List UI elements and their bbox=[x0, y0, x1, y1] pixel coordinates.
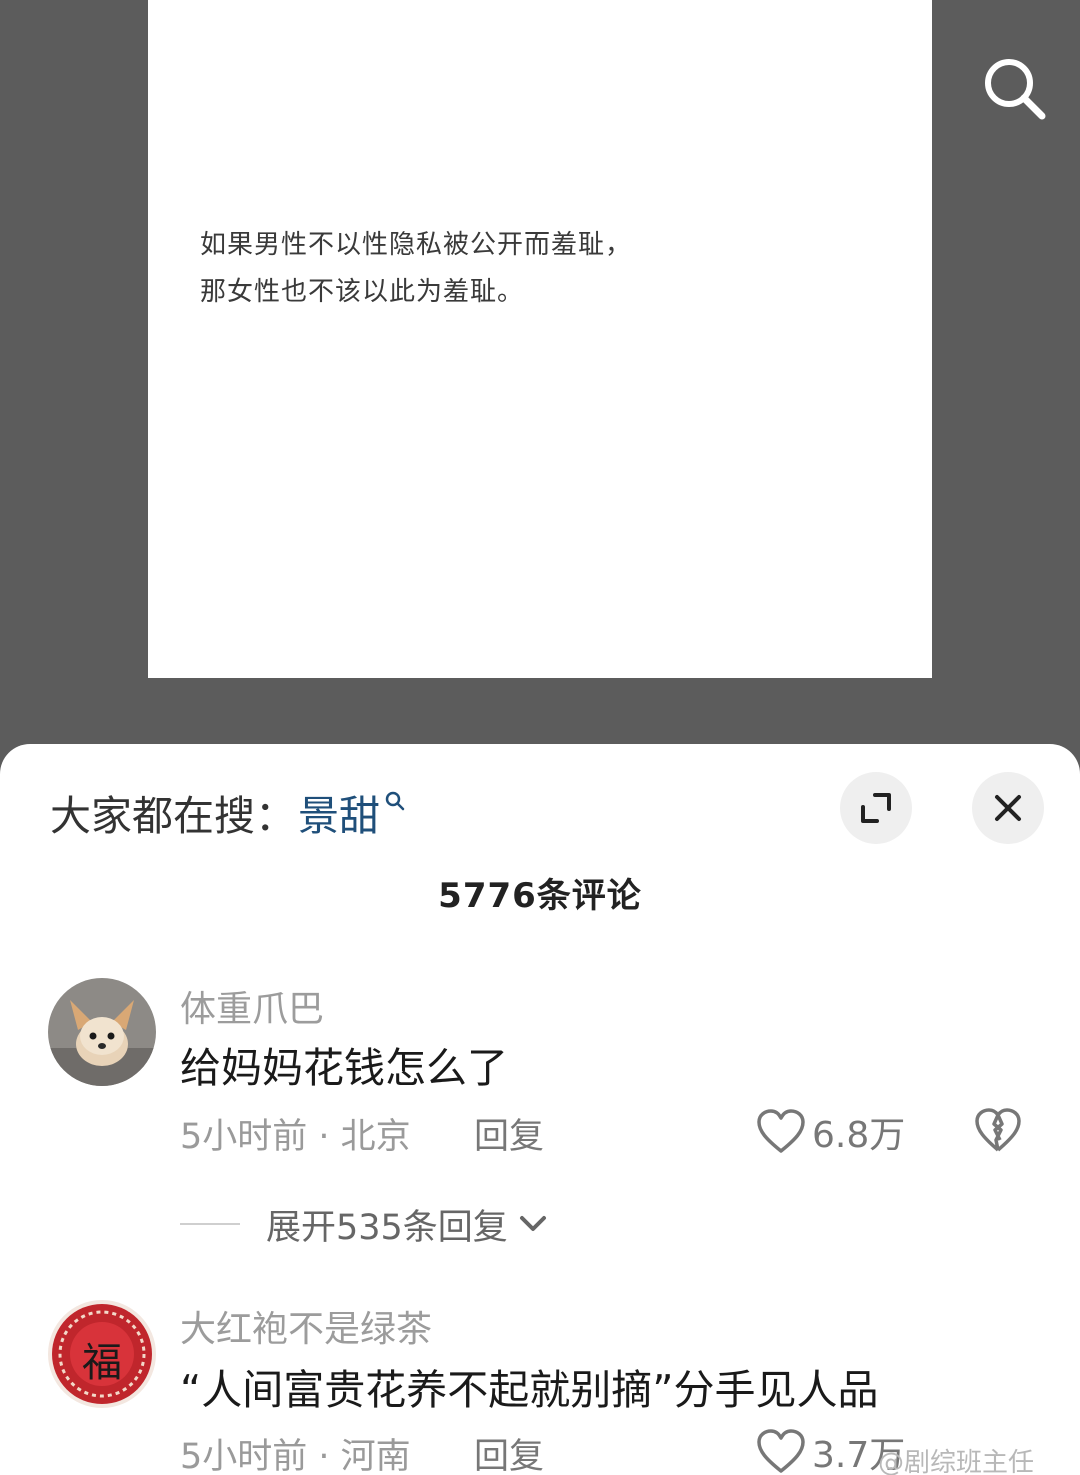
dog-avatar-image bbox=[48, 978, 156, 1086]
like-count: 6.8万 bbox=[812, 1115, 906, 1156]
trending-search: 大家都在搜： 景甜 bbox=[50, 784, 406, 840]
close-icon bbox=[995, 795, 1021, 821]
comments-sheet: 大家都在搜： 景甜 5776条评论 体重爪巴 给妈妈花钱怎么了 5小时前 · 北… bbox=[0, 744, 1080, 1475]
like-button[interactable]: 6.8万 bbox=[756, 1106, 905, 1158]
expand-replies-label: 展开535条回复 bbox=[266, 1207, 508, 1248]
reply-button[interactable]: 回复 bbox=[474, 1108, 544, 1159]
post-media-area: 如果男性不以性隐私被公开而羞耻， 那女性也不该以此为羞耻。 bbox=[0, 0, 1080, 760]
divider bbox=[180, 1223, 240, 1225]
post-image: 如果男性不以性隐私被公开而羞耻， 那女性也不该以此为羞耻。 bbox=[148, 0, 932, 678]
comment-text: 给妈妈花钱怎么了 bbox=[180, 1044, 508, 1092]
watermark: @剧综班主任 bbox=[878, 1442, 1034, 1475]
chevron-down-icon bbox=[519, 1216, 546, 1231]
reply-button[interactable]: 回复 bbox=[474, 1428, 544, 1475]
comment-username[interactable]: 体重爪巴 bbox=[180, 980, 324, 1032]
comment-meta: 5小时前 · 河南 bbox=[180, 1437, 411, 1475]
close-button[interactable] bbox=[972, 772, 1044, 844]
avatar[interactable] bbox=[48, 978, 156, 1086]
dislike-button[interactable] bbox=[974, 1108, 1022, 1154]
post-text: 如果男性不以性隐私被公开而羞耻， 那女性也不该以此为羞耻。 bbox=[200, 222, 900, 316]
watermark-text: @剧综班主任 bbox=[878, 1448, 1035, 1475]
expand-button[interactable] bbox=[840, 772, 912, 844]
heart-icon bbox=[757, 1109, 805, 1153]
search-icon bbox=[985, 59, 1046, 120]
avatar[interactable]: 福 bbox=[48, 1300, 156, 1408]
expand-replies-button[interactable]: 展开535条回复 bbox=[180, 1202, 550, 1248]
broken-heart-icon bbox=[975, 1108, 1021, 1152]
search-button[interactable] bbox=[978, 52, 1052, 126]
comment-count: 5776条评论 bbox=[438, 876, 642, 916]
post-text-line: 如果男性不以性隐私被公开而羞耻， bbox=[200, 230, 633, 260]
comment-username[interactable]: 大红袍不是绿茶 bbox=[180, 1300, 432, 1352]
trending-keyword-link[interactable]: 景甜 bbox=[298, 782, 380, 842]
expand-icon bbox=[861, 793, 891, 823]
comment-meta: 5小时前 · 北京 bbox=[180, 1117, 411, 1157]
trending-label: 大家都在搜： bbox=[50, 792, 296, 840]
avatar-character: 福 bbox=[82, 1340, 122, 1386]
heart-icon bbox=[757, 1429, 805, 1473]
comment-text: “人间富贵花养不起就别摘”分手见人品 bbox=[180, 1366, 879, 1414]
search-icon bbox=[385, 791, 405, 811]
post-text-line: 那女性也不该以此为羞耻。 bbox=[200, 277, 525, 307]
